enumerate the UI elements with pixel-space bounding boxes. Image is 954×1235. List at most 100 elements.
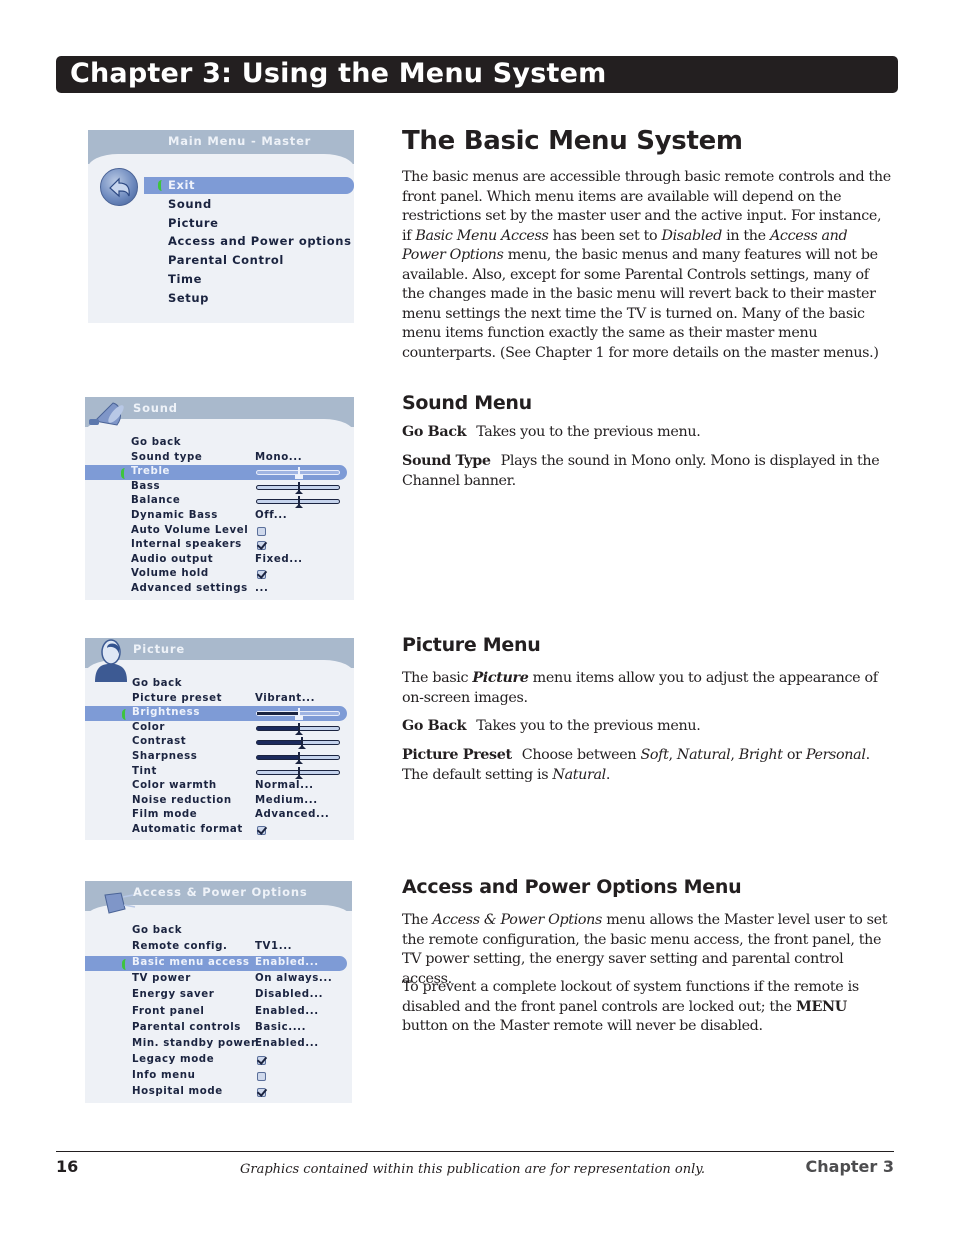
menu-item-info-menu[interactable]: Info menu bbox=[85, 1070, 352, 1084]
checkbox-checked[interactable] bbox=[257, 541, 266, 551]
menu-item-bass[interactable]: Bass bbox=[85, 481, 354, 495]
menu-item-tint[interactable]: Tint bbox=[85, 766, 354, 780]
menu-item-access-and-power-options[interactable]: Access and Power options bbox=[88, 234, 354, 251]
slider-fill bbox=[257, 712, 299, 716]
menu-item-color-warmth[interactable]: Color warmth Normal... bbox=[85, 780, 354, 794]
section-title-basic-menu: The Basic Menu System bbox=[402, 126, 743, 156]
slider[interactable] bbox=[256, 737, 340, 750]
menu-item-film-mode[interactable]: Film mode Advanced... bbox=[85, 809, 354, 823]
menu-item-min-standby-power[interactable]: Min. standby power Enabled... bbox=[85, 1038, 352, 1052]
section-title-access-menu: Access and Power Options Menu bbox=[402, 876, 742, 898]
slider[interactable] bbox=[256, 481, 340, 494]
menu-item-volume-hold[interactable]: Volume hold bbox=[85, 568, 354, 582]
menu-item-brightness[interactable]: Brightness bbox=[85, 706, 354, 722]
checkbox-checked[interactable] bbox=[257, 570, 266, 580]
menu-item-tv-power[interactable]: TV power On always... bbox=[85, 973, 352, 987]
sound-menu-screenshot: Sound Go back Sound type Mono... Treble Bass… bbox=[85, 397, 354, 600]
checkbox-checked[interactable] bbox=[257, 826, 266, 835]
footer-divider bbox=[56, 1151, 894, 1152]
basic-menu-paragraph: The basic menus are accessible through b… bbox=[402, 168, 894, 363]
checkbox-checked[interactable] bbox=[257, 1055, 266, 1065]
menu-item-legacy-mode[interactable]: Legacy mode bbox=[85, 1054, 352, 1068]
menu-item-label: Contrast bbox=[132, 736, 187, 748]
slider[interactable] bbox=[256, 496, 340, 509]
menu-item-front-panel[interactable]: Front panel Enabled... bbox=[85, 1006, 352, 1020]
slider-thumb[interactable] bbox=[295, 481, 303, 494]
menu-item-basic-menu-access[interactable]: Basic menu access Enabled... bbox=[85, 956, 352, 972]
menu-item-audio-output[interactable]: Audio output Fixed... bbox=[85, 554, 354, 568]
chapter-header-bar: Chapter 3: Using the Menu System bbox=[56, 56, 898, 93]
power-plug-icon bbox=[99, 887, 139, 919]
menu-item-label: Volume hold bbox=[131, 568, 209, 580]
menu-item-time[interactable]: Time bbox=[88, 272, 354, 289]
menu-item-balance[interactable]: Balance bbox=[85, 495, 354, 509]
menu-item-remote-config[interactable]: Remote config. TV1... bbox=[85, 941, 352, 955]
slider[interactable] bbox=[256, 752, 340, 764]
slider-thumb[interactable] bbox=[297, 737, 306, 750]
slider-thumb[interactable] bbox=[295, 752, 303, 764]
text-run: Personal bbox=[805, 747, 866, 763]
menu-item-exit[interactable]: Exit bbox=[88, 177, 354, 195]
menu-item-internal-speakers[interactable]: Internal speakers bbox=[85, 539, 354, 553]
menu-item-parental-control[interactable]: Parental Control bbox=[88, 253, 354, 270]
menu-title: Access & Power Options bbox=[133, 885, 308, 899]
slider[interactable] bbox=[256, 467, 340, 480]
text-run: in the bbox=[721, 227, 770, 244]
sound-goback-paragraph: Go Back Takes you to the previous menu. bbox=[402, 423, 894, 443]
menu-item-sharpness[interactable]: Sharpness bbox=[85, 751, 354, 765]
menu-item-hospital-mode[interactable]: Hospital mode bbox=[85, 1086, 352, 1100]
menu-item-contrast[interactable]: Contrast bbox=[85, 736, 354, 750]
slider-thumb[interactable] bbox=[295, 708, 303, 721]
menu-item-picture[interactable]: Picture bbox=[88, 216, 354, 233]
menu-item-picture-preset[interactable]: Picture preset Vibrant... bbox=[85, 693, 354, 707]
slider[interactable] bbox=[256, 708, 340, 721]
access-lockout-paragraph: To prevent a complete lockout of system … bbox=[402, 978, 894, 1037]
menu-item-color[interactable]: Color bbox=[85, 722, 354, 736]
text-run: , bbox=[730, 747, 739, 763]
menu-item-sound[interactable]: Sound bbox=[88, 197, 354, 214]
menu-item-dynamic-bass[interactable]: Dynamic Bass Off... bbox=[85, 510, 354, 524]
menu-item-value: Enabled... bbox=[255, 957, 319, 969]
cursor-icon bbox=[122, 709, 126, 721]
checkbox-unchecked[interactable] bbox=[257, 1071, 266, 1081]
main-menu-screenshot: Main Menu - Master Exit Sound Picture Acces… bbox=[88, 130, 354, 323]
slider[interactable] bbox=[256, 766, 340, 779]
menu-item-go-back[interactable]: Go back bbox=[85, 925, 352, 939]
menu-item-value: TV1... bbox=[255, 941, 293, 953]
menu-item-value: Disabled... bbox=[255, 989, 324, 1001]
picture-preset-paragraph: Picture Preset Choose between Soft, Natur… bbox=[402, 746, 894, 785]
slider-thumb[interactable] bbox=[295, 467, 303, 480]
slider-thumb[interactable] bbox=[295, 496, 303, 509]
footer-chapter-label: Chapter 3 bbox=[805, 1157, 894, 1176]
menu-item-go-back[interactable]: Go back bbox=[85, 678, 354, 692]
menu-item-go-back[interactable]: Go back bbox=[85, 437, 354, 451]
menu-item-setup[interactable]: Setup bbox=[88, 291, 354, 308]
checkbox-checked[interactable] bbox=[257, 1088, 266, 1097]
menu-item-energy-saver[interactable]: Energy saver Disabled... bbox=[85, 989, 352, 1003]
menu-item-value: Mono... bbox=[255, 451, 303, 463]
menu-item-value: Fixed... bbox=[255, 553, 303, 565]
menu-item-label: Advanced settings bbox=[131, 583, 248, 594]
menu-item-label: Brightness bbox=[132, 707, 200, 719]
menu-item-auto-volume-level[interactable]: Auto Volume Level bbox=[85, 525, 354, 539]
menu-item-noise-reduction[interactable]: Noise reduction Medium... bbox=[85, 795, 354, 809]
speaker-icon bbox=[85, 397, 125, 431]
text-run: has been set to bbox=[548, 227, 662, 244]
section-title-picture-menu: Picture Menu bbox=[402, 634, 541, 656]
text-run: Basic Menu Access bbox=[415, 227, 549, 244]
menu-item-parental-controls[interactable]: Parental controls Basic.... bbox=[85, 1022, 352, 1036]
menu-item-advanced-settings[interactable]: Advanced settings... bbox=[85, 583, 354, 597]
slider[interactable] bbox=[256, 722, 340, 735]
checkbox-unchecked[interactable] bbox=[257, 526, 266, 536]
slider-thumb[interactable] bbox=[295, 766, 303, 779]
menu-item-label: Bass bbox=[131, 480, 161, 492]
text-run: Natural bbox=[552, 766, 606, 783]
menu-item-sound-type[interactable]: Sound type Mono... bbox=[85, 452, 354, 466]
section-title-sound-menu: Sound Menu bbox=[402, 392, 532, 414]
slider-thumb[interactable] bbox=[295, 722, 303, 735]
menu-item-label: Film mode bbox=[132, 809, 198, 821]
menu-item-automatic-format[interactable]: Automatic format bbox=[85, 824, 354, 838]
menu-item-label: Sound bbox=[168, 196, 212, 211]
text-run: The basic bbox=[402, 670, 473, 686]
menu-item-treble[interactable]: Treble bbox=[85, 465, 354, 481]
